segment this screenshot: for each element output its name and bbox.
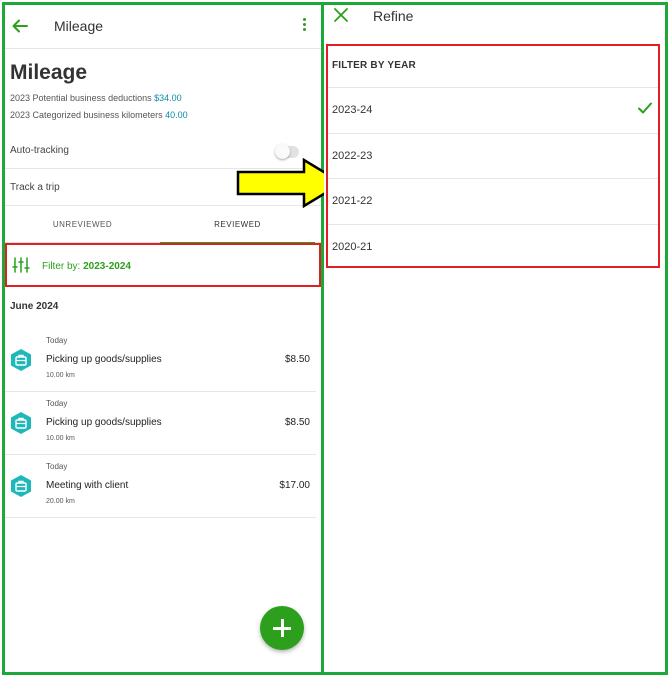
arrow-left-icon[interactable] [11,17,29,35]
kilometers-summary: 2023 Categorized business kilometers 40.… [10,110,188,120]
briefcase-hexagon-icon [11,475,31,497]
trip-distance: 20.00 km [46,498,75,505]
year-label: 2023-24 [332,104,373,116]
add-trip-button[interactable] [260,606,304,650]
trip-date: Today [46,462,68,471]
checkmark-icon [638,102,652,114]
tab-unreviewed[interactable]: UNREVIEWED [5,207,160,243]
year-option[interactable]: 2021-22 [328,178,658,223]
deductions-summary: 2023 Potential business deductions $34.0… [10,93,182,103]
trip-row[interactable]: Today Picking up goods/supplies 10.00 km $8… [5,330,316,392]
year-label: 2020-21 [332,240,373,253]
refine-screen: Refine FILTER BY YEAR 2023-24 2022-23 2021… [324,5,665,672]
trip-date: Today [46,336,68,345]
trip-amount: $8.50 [284,354,310,365]
auto-tracking-label: Auto-tracking [10,145,69,156]
tab-reviewed[interactable]: REVIEWED [160,207,315,244]
filter-by-row[interactable]: Filter by: 2023-2024 [5,243,321,287]
kebab-menu-icon[interactable] [301,18,307,34]
trip-purpose: Meeting with client [46,480,129,491]
kilometers-label: 2023 Categorized business kilometers [10,110,163,120]
filter-text: Filter by: 2023-2024 [42,261,131,272]
year-label: 2021-22 [332,195,373,207]
trip-purpose: Picking up goods/supplies [46,354,162,365]
track-trip-label: Track a trip [10,182,60,193]
sliders-icon [12,257,30,273]
briefcase-hexagon-icon [11,412,31,434]
top-app-bar: Mileage [5,5,321,49]
review-tabs: UNREVIEWED REVIEWED [5,207,321,244]
trip-row[interactable]: Today Meeting with client 20.00 km $17.00 [5,456,316,518]
trip-amount: $17.00 [279,480,310,491]
year-option[interactable]: 2023-24 [328,87,658,132]
close-icon[interactable] [334,8,348,22]
kilometers-value: 40.00 [165,110,188,120]
year-filter-box: FILTER BY YEAR 2023-24 2022-23 2021-22 2020… [326,44,660,268]
deductions-label: 2023 Potential business deductions [10,93,152,103]
mileage-screen: Mileage Mileage 2023 Potential business … [5,5,321,672]
year-option[interactable]: 2020-21 [328,223,658,269]
briefcase-hexagon-icon [11,349,31,371]
month-header: June 2024 [10,301,59,312]
auto-tracking-toggle[interactable] [275,144,299,159]
topbar-title: Mileage [54,18,104,34]
filter-by-year-header: FILTER BY YEAR [332,60,416,71]
refine-title: Refine [373,8,414,24]
deductions-value: $34.00 [154,93,182,103]
trip-date: Today [46,399,68,408]
trip-purpose: Picking up goods/supplies [46,417,162,428]
toggle-knob [275,144,290,159]
trip-distance: 10.00 km [46,435,75,442]
year-label: 2022-23 [332,149,373,162]
page-title: Mileage [10,61,88,84]
filter-label: Filter by: [42,261,81,272]
filter-value: 2023-2024 [83,261,131,272]
trip-distance: 10.00 km [46,372,75,379]
year-option[interactable]: 2022-23 [328,132,658,178]
trip-amount: $8.50 [284,417,310,428]
trip-row[interactable]: Today Picking up goods/supplies 10.00 km $8… [5,393,316,455]
